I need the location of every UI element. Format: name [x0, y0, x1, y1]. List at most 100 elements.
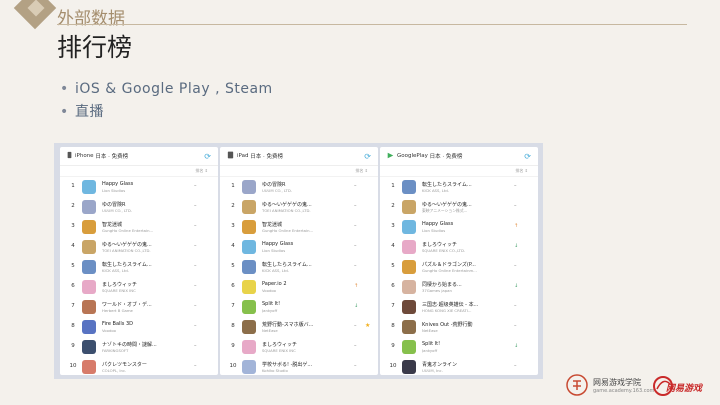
trend-indicator: –	[514, 363, 517, 369]
table-row[interactable]: 5 パズル＆ドラゴンズ(P... GungHo Online Entertainm.…	[380, 257, 538, 277]
app-developer: Herbert B Game	[102, 308, 133, 313]
app-icon	[242, 180, 256, 194]
rank-sort-header[interactable]: 排名 ⇕	[60, 166, 218, 177]
table-row[interactable]: 7 Split It! Jankyoff ↓	[220, 297, 378, 317]
app-icon	[402, 220, 416, 234]
rank-sort-header[interactable]: 排名 ⇕	[220, 166, 378, 177]
app-name: 智龙迷城	[262, 222, 283, 228]
rank-number: 3	[391, 223, 395, 229]
rank-number: 7	[231, 303, 235, 309]
refresh-icon[interactable]: ⟳	[524, 152, 531, 161]
panel-subtitle: 日本 · 免费榜	[95, 154, 129, 160]
panel-subtitle: 日本 · 免费榜	[250, 154, 283, 160]
table-row[interactable]: 8 Fire Balls 3D Voodoo –	[60, 317, 218, 337]
table-row[interactable]: 2 ゆる～いゲゲゲの鬼... TOEI ANIMATION CO.,LTD. –	[220, 197, 378, 217]
trend-indicator: –	[194, 203, 197, 209]
table-row[interactable]: 4 ゆる～いゲゲゲの鬼... TOEI ANIMATION CO.,LTD. –	[60, 237, 218, 257]
table-row[interactable]: 8 Knives Out -荒野行動 NetEase –	[380, 317, 538, 337]
rank-sort-header[interactable]: 排名 ⇕	[380, 166, 538, 177]
table-row[interactable]: 7 ワールド・オブ・デ... Herbert B Game –	[60, 297, 218, 317]
rank-number: 6	[231, 283, 235, 289]
table-row[interactable]: 6 ましろウィッチ SQUARE ENIX INC –	[60, 277, 218, 297]
trend-indicator: –	[354, 343, 357, 349]
play-icon	[387, 152, 394, 161]
app-name: Happy Glass	[262, 241, 294, 247]
section-label: 外部数据	[57, 9, 125, 29]
table-row[interactable]: 3 Happy Glass Lion Studios ↑	[380, 217, 538, 237]
table-row[interactable]: 9 ましろウィッチ SQUARE ENIX INC –	[220, 337, 378, 357]
table-row[interactable]: 10 学校サボる! -脱出ゲ... Kohiko Studio –	[220, 357, 378, 375]
app-developer: HONG KONG XIE CREATI...	[422, 308, 472, 313]
app-icon	[402, 300, 416, 314]
app-developer: NetEase	[262, 328, 278, 333]
rank-number: 8	[391, 323, 395, 329]
app-icon	[242, 320, 256, 334]
table-row[interactable]: 5 転生したらスライム... KICK ASS, Ltd. –	[220, 257, 378, 277]
rank-number: 10	[389, 363, 397, 369]
app-name: パズル＆ドラゴンズ(P...	[422, 262, 476, 268]
ranking-panel-iphone: iPhone 日本 · 免费榜 ⟳ 排名 ⇕ 1 Happy Glass Lion Stu…	[60, 147, 218, 375]
rank-number: 3	[231, 223, 235, 229]
app-name: Split It!	[422, 341, 441, 347]
app-icon	[402, 200, 416, 214]
bullet-dot-icon: •	[60, 81, 69, 97]
app-icon	[82, 240, 96, 254]
trend-indicator: –	[354, 243, 357, 249]
rank-number: 8	[71, 323, 75, 329]
panel-header: GooglePlay 日本 · 免费榜 ⟳	[380, 147, 538, 166]
table-row[interactable]: 7 三国志·超级英雄伝 - 本... HONG KONG XIE CREATI...…	[380, 297, 538, 317]
panel-device: GooglePlay	[397, 153, 428, 159]
app-icon	[242, 280, 256, 294]
app-developer: GungHo Online Entertainm...	[422, 268, 477, 273]
table-row[interactable]: 2 ゆの冒険R UUUM CO., LTD. –	[60, 197, 218, 217]
app-name: 同棲から始まる...	[422, 282, 462, 288]
app-icon	[402, 340, 416, 354]
table-row[interactable]: 9 ナゾトキの時間・謎解... FARKINGSOFT –	[60, 337, 218, 357]
app-name: ましろウィッチ	[422, 242, 458, 248]
panel-device: iPad	[237, 153, 249, 159]
rank-number: 9	[71, 343, 75, 349]
app-name: パクレツモンスター	[102, 362, 147, 368]
table-row[interactable]: 6 同棲から始まる... 37Games japan ↓	[380, 277, 538, 297]
app-developer: KICK ASS, Ltd.	[422, 188, 450, 193]
table-row[interactable]: 3 智龙迷城 GungHo Online Entertain... –	[220, 217, 378, 237]
table-row[interactable]: 2 ゆる～いゲゲゲの鬼... 東映アニメーション株式... –	[380, 197, 538, 217]
rank-number: 9	[391, 343, 395, 349]
table-row[interactable]: 9 Split It! Jankyoff ↓	[380, 337, 538, 357]
trend-indicator: –	[194, 183, 197, 189]
app-icon	[242, 220, 256, 234]
table-row[interactable]: 5 転生したらスライム... KICK ASS, Ltd. –	[60, 257, 218, 277]
app-icon	[402, 360, 416, 374]
table-row[interactable]: 10 青鬼オンライン UUUM, Inc. –	[380, 357, 538, 375]
trend-indicator: –	[514, 183, 517, 189]
app-developer: UUUM CO., LTD.	[102, 208, 132, 213]
app-name: ナゾトキの時間・謎解...	[102, 342, 157, 348]
app-name: ゆの冒険R	[102, 202, 126, 208]
ranking-panels: iPhone 日本 · 免费榜 ⟳ 排名 ⇕ 1 Happy Glass Lion Stu…	[54, 143, 543, 379]
app-icon	[82, 340, 96, 354]
table-row[interactable]: 3 智龙迷城 GungHo Online Entertain... –	[60, 217, 218, 237]
app-developer: Jankyoff	[422, 348, 438, 353]
rank-number: 6	[71, 283, 75, 289]
bullet-list: • iOS & Google Play , Steam • 直播	[60, 79, 273, 125]
refresh-icon[interactable]: ⟳	[364, 152, 371, 161]
header-divider	[57, 24, 687, 25]
app-developer: UUUM, Inc.	[422, 368, 443, 373]
rank-number: 3	[71, 223, 75, 229]
refresh-icon[interactable]: ⟳	[204, 152, 211, 161]
table-row[interactable]: 4 ましろウィッチ SQUARE ENIX CO.,LTD. ↓	[380, 237, 538, 257]
table-row[interactable]: 1 Happy Glass Lion Studios –	[60, 177, 218, 197]
table-row[interactable]: 10 パクレツモンスター COLOPL, Inc. –	[60, 357, 218, 375]
trend-indicator: ↑	[514, 223, 519, 229]
table-row[interactable]: 6 Paper.io 2 Voodoo ↑	[220, 277, 378, 297]
app-developer: KICK ASS, Ltd.	[102, 268, 130, 273]
app-icon	[82, 360, 96, 374]
app-name: ましろウィッチ	[102, 282, 138, 288]
table-row[interactable]: 1 ゆの冒険R UUUM CO., LTD. –	[220, 177, 378, 197]
app-developer: Lion Studios	[422, 228, 446, 233]
table-row[interactable]: 4 Happy Glass Lion Studios –	[220, 237, 378, 257]
app-icon	[82, 220, 96, 234]
table-row[interactable]: 1 転生したらスライム... KICK ASS, Ltd. –	[380, 177, 538, 197]
app-icon	[242, 200, 256, 214]
table-row[interactable]: 8 荒野行動-スマホ版バ... NetEase – ★	[220, 317, 378, 337]
